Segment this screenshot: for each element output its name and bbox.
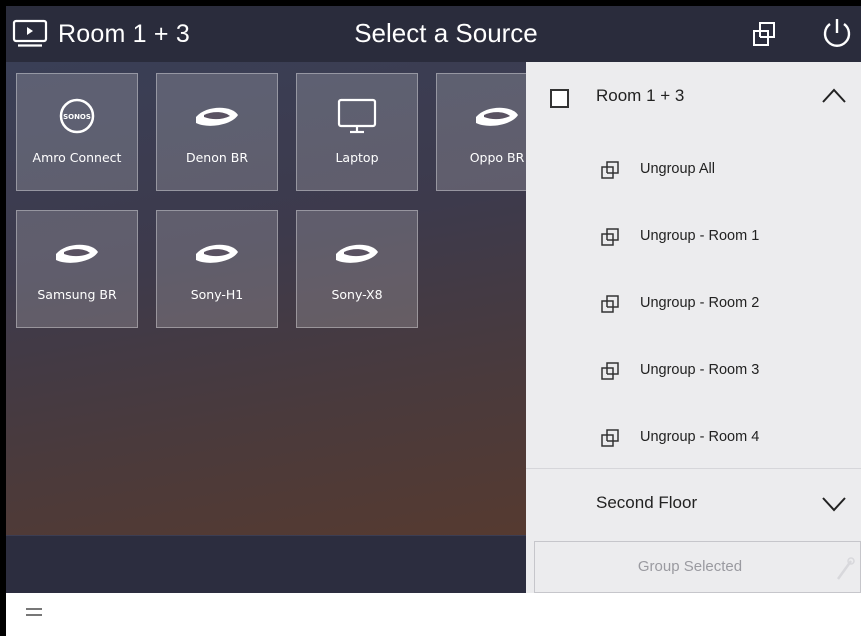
group-icon [600, 428, 620, 448]
source-tile-amro-connect[interactable]: SONOS Amro Connect [16, 73, 138, 191]
ungroup-label: Ungroup - Room 3 [640, 362, 760, 378]
ungroup-label: Ungroup - Room 2 [640, 295, 760, 311]
menu-icon[interactable] [26, 608, 42, 618]
ungroup-label: Ungroup - Room 1 [640, 228, 760, 244]
group-selected-button[interactable]: Group Selected [534, 541, 861, 593]
source-label: Sony-X8 [331, 287, 383, 302]
wrench-icon [834, 556, 856, 582]
ungroup-room-3-item[interactable]: Ungroup - Room 3 [526, 343, 861, 399]
top-bar: Room 1 + 3 Select a Source [6, 6, 861, 62]
source-label: Sony-H1 [190, 287, 244, 302]
monitor-icon [327, 96, 387, 136]
source-tile-samsung-br[interactable]: Samsung BR [16, 210, 138, 328]
floor-label: Second Floor [596, 493, 698, 512]
chevron-down-icon [820, 493, 848, 515]
group-selected-label: Group Selected [637, 558, 743, 575]
group-icon [600, 294, 620, 314]
ungroup-all-item[interactable]: Ungroup All [526, 142, 861, 198]
source-tile-denon-br[interactable]: Denon BR [156, 73, 278, 191]
source-label: Oppo BR [469, 150, 525, 165]
ungroup-room-4-item[interactable]: Ungroup - Room 4 [526, 410, 861, 466]
group-panel: Room 1 + 3 Ungroup All Ungroup - Room 1 … [526, 62, 861, 593]
touch-panel-screen: Room 1 + 3 Select a Source SONOS Amro Co… [6, 6, 861, 636]
source-tile-sony-x8[interactable]: Sony-X8 [296, 210, 418, 328]
source-label: Denon BR [185, 150, 249, 165]
ungroup-label: Ungroup - Room 4 [640, 429, 760, 445]
group-icon [600, 160, 620, 180]
room-group-row: Room 1 + 3 [526, 62, 861, 142]
room-group-label: Room 1 + 3 [596, 86, 685, 105]
second-floor-row[interactable]: Second Floor [526, 469, 861, 531]
source-tile-laptop[interactable]: Laptop [296, 73, 418, 191]
sonos-icon: SONOS [47, 96, 107, 136]
room-checkbox[interactable] [550, 89, 569, 108]
source-label: Amro Connect [32, 150, 122, 165]
source-label: Samsung BR [37, 287, 117, 302]
device-frame: Room 1 + 3 Select a Source SONOS Amro Co… [0, 0, 861, 636]
bluray-icon [327, 233, 387, 273]
source-tile-sony-h1[interactable]: Sony-H1 [156, 210, 278, 328]
ungroup-room-2-item[interactable]: Ungroup - Room 2 [526, 276, 861, 332]
group-icon[interactable] [750, 20, 778, 48]
group-icon [600, 361, 620, 381]
svg-text:SONOS: SONOS [63, 113, 91, 121]
page-title: Select a Source [354, 18, 538, 48]
bluray-icon [467, 96, 527, 136]
group-icon [600, 227, 620, 247]
bluray-icon [187, 96, 247, 136]
footer-bar [6, 593, 861, 636]
bluray-icon [47, 233, 107, 273]
chevron-up-icon[interactable] [820, 84, 848, 106]
ungroup-room-1-item[interactable]: Ungroup - Room 1 [526, 209, 861, 265]
source-label: Laptop [335, 150, 379, 165]
ungroup-label: Ungroup All [640, 161, 715, 177]
bluray-icon [187, 233, 247, 273]
power-icon[interactable] [820, 16, 854, 52]
